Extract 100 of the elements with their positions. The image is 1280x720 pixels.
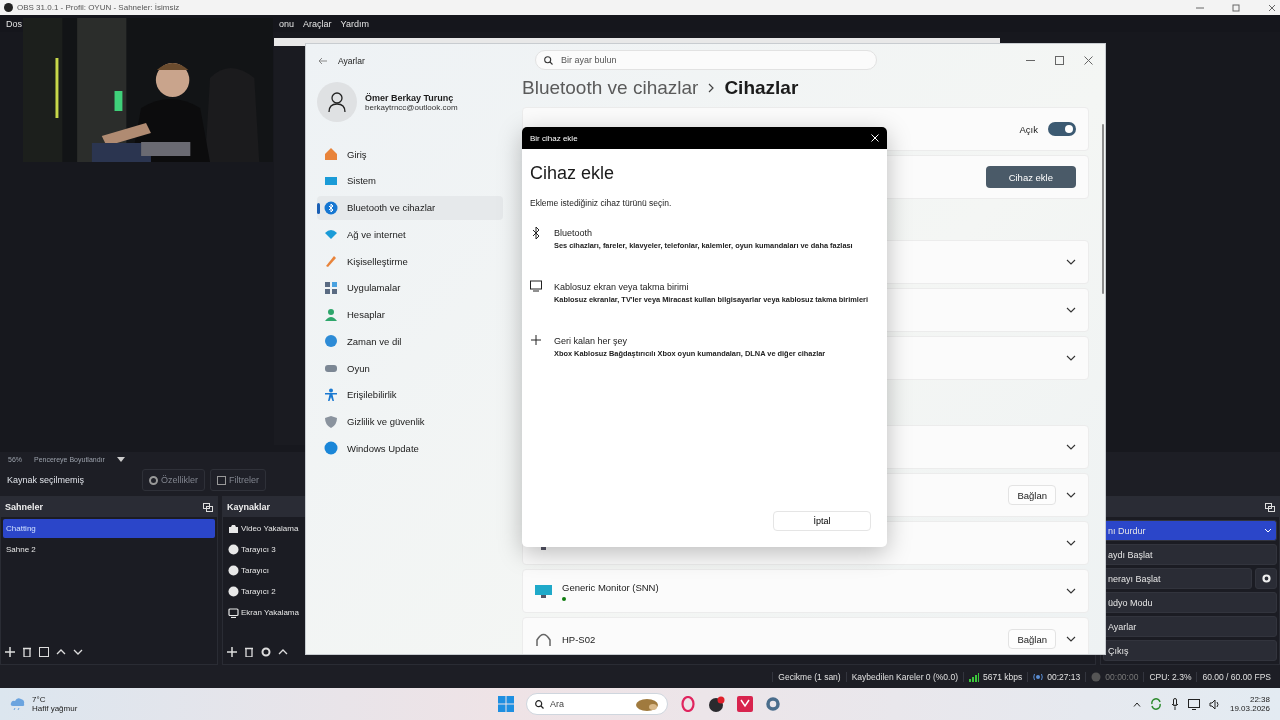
cancel-button[interactable]: İptal bbox=[773, 511, 871, 531]
weather-text[interactable]: Hafif yağmur bbox=[32, 704, 78, 713]
sync-icon[interactable] bbox=[1149, 698, 1162, 710]
device-name: Generic Monitor (SNN) bbox=[562, 581, 660, 593]
clock[interactable]: 22:38 19.03.2026 bbox=[1229, 695, 1270, 713]
person-icon bbox=[324, 307, 338, 322]
nav-item[interactable]: Uygulamalar bbox=[317, 275, 503, 300]
nav-item[interactable]: Bluetooth ve cihazlar bbox=[317, 195, 503, 220]
bluetooth-icon bbox=[530, 226, 542, 240]
window-title: OBS 31.0.1 - Profil: OYUN - Sahneler: İsimsiz bbox=[17, 3, 180, 12]
chevron-down-icon[interactable] bbox=[1066, 444, 1076, 450]
scene-item[interactable]: Sahne 2 bbox=[3, 540, 39, 559]
status-text: CPU: 2.3% bbox=[1149, 672, 1192, 682]
control-button[interactable]: Çıkış bbox=[1103, 640, 1277, 661]
control-button[interactable]: nı Durdur bbox=[1103, 520, 1277, 541]
control-button[interactable]: üdyo Modu bbox=[1103, 592, 1277, 613]
caret-down-icon[interactable] bbox=[116, 456, 125, 462]
menu-item[interactable]: Yardım bbox=[340, 18, 369, 29]
chevron-down-icon[interactable] bbox=[1066, 588, 1076, 594]
undock-icon[interactable] bbox=[1265, 502, 1275, 512]
status-text: 00:27:13 bbox=[1047, 672, 1081, 682]
source-item[interactable]: Tarayıcı 3 bbox=[225, 540, 279, 559]
source-status: Kaynak seçilmemiş bbox=[7, 475, 86, 485]
chevron-right-icon bbox=[708, 83, 715, 93]
chevron-down-icon[interactable] bbox=[1066, 636, 1076, 642]
control-button[interactable]: nerayı Başlat bbox=[1103, 568, 1252, 589]
nav-item[interactable]: Oyun bbox=[317, 356, 503, 380]
nav-item[interactable]: Zaman ve dil bbox=[317, 329, 503, 354]
connect-button[interactable]: Bağlan bbox=[1008, 629, 1056, 649]
plus-icon[interactable] bbox=[5, 647, 15, 657]
restore-icon[interactable] bbox=[1232, 3, 1240, 12]
source-item[interactable]: Tarayıcı 2 bbox=[225, 582, 279, 601]
toggle-label: Açık bbox=[1019, 123, 1038, 135]
search-field[interactable]: Bir ayar bulun bbox=[535, 50, 877, 70]
source-item[interactable]: Ekran Yakalama bbox=[225, 603, 302, 622]
maximize-icon[interactable] bbox=[1055, 56, 1064, 65]
connect-button[interactable]: Bağlan bbox=[1008, 485, 1056, 505]
menu-item[interactable]: Araçlar bbox=[303, 18, 332, 29]
nav-item[interactable]: Windows Update bbox=[317, 436, 503, 461]
search-icon bbox=[544, 55, 553, 65]
status-text: Kaybedilen Kareler 0 (%0.0) bbox=[851, 672, 958, 682]
person-icon bbox=[328, 92, 346, 112]
source-item[interactable]: Video Yakalama bbox=[225, 519, 302, 538]
nav-item[interactable]: Gizlilik ve güvenlik bbox=[317, 409, 503, 434]
avatar-icon[interactable] bbox=[317, 82, 357, 122]
search-field[interactable]: Ara bbox=[526, 693, 668, 715]
nav-item[interactable]: Ağ ve internet bbox=[317, 222, 503, 247]
menu-item[interactable]: Dos bbox=[6, 18, 22, 29]
record-icon bbox=[1091, 672, 1102, 682]
start-icon[interactable] bbox=[498, 696, 514, 712]
undock-icon[interactable] bbox=[203, 502, 213, 512]
breadcrumb-link[interactable]: Bluetooth ve cihazlar bbox=[522, 77, 699, 99]
microphone-icon[interactable] bbox=[1170, 698, 1179, 710]
control-button[interactable]: aydı Başlat bbox=[1103, 544, 1277, 565]
speaker-icon[interactable] bbox=[1208, 698, 1221, 710]
chevron-down-icon[interactable] bbox=[1066, 492, 1076, 498]
app-icon[interactable] bbox=[708, 695, 725, 713]
back-arrow-icon[interactable] bbox=[318, 56, 328, 65]
menu-item[interactable]: onu bbox=[279, 18, 295, 29]
device-card[interactable]: Generic Monitor (SNN) bbox=[522, 569, 1089, 613]
temperature[interactable]: 7°C bbox=[32, 695, 78, 704]
toggle-switch[interactable] bbox=[1048, 122, 1076, 136]
status-text: 60.00 / 60.00 FPS bbox=[1202, 672, 1271, 682]
source-item[interactable]: Tarayıcı bbox=[225, 561, 272, 580]
trash-icon[interactable] bbox=[244, 647, 254, 657]
add-device-button[interactable]: Cihaz ekle bbox=[985, 166, 1076, 188]
broadcast-icon bbox=[1033, 672, 1044, 682]
settings-icon[interactable] bbox=[261, 647, 271, 657]
option-title[interactable]: Kablosuz ekran veya takma birimi bbox=[554, 282, 868, 292]
chevron-down-icon[interactable] bbox=[1066, 259, 1076, 265]
dialog-prompt: Ekleme istediğiniz cihaz türünü seçin. bbox=[530, 198, 673, 208]
device-card[interactable]: HP-S02 Bağlan bbox=[522, 617, 1089, 654]
page-title: Cihazlar bbox=[724, 77, 799, 99]
camera-icon bbox=[228, 523, 239, 534]
device-name: HP-S02 bbox=[562, 633, 597, 645]
app-title: Ayarlar bbox=[338, 55, 365, 66]
chevron-down-icon bbox=[1264, 528, 1272, 533]
dialog-heading: Cihaz ekle bbox=[530, 163, 616, 184]
dialog-title: Bir cihaz ekle bbox=[530, 133, 578, 143]
caret-down-icon[interactable] bbox=[73, 649, 83, 655]
control-button[interactable]: Ayarlar bbox=[1103, 616, 1277, 637]
nav-item[interactable]: Kişiselleştirme bbox=[317, 249, 503, 273]
option-title[interactable]: Geri kalan her şey bbox=[554, 336, 826, 346]
settings-button[interactable] bbox=[1255, 568, 1277, 589]
scene-item[interactable]: Chatting bbox=[3, 519, 215, 538]
option-title[interactable]: Bluetooth bbox=[554, 228, 853, 238]
nav-item[interactable]: Erişilebilirlik bbox=[317, 382, 503, 407]
monitor-icon bbox=[530, 280, 542, 292]
chevron-down-icon[interactable] bbox=[1066, 355, 1076, 361]
filter-icon[interactable] bbox=[39, 647, 49, 657]
nav-item[interactable]: Sistem bbox=[317, 168, 503, 193]
ring-icon[interactable] bbox=[680, 696, 696, 712]
caret-up-icon[interactable] bbox=[1132, 701, 1141, 707]
chevron-down-icon[interactable] bbox=[1066, 307, 1076, 313]
nav-item[interactable]: Hesaplar bbox=[317, 302, 503, 327]
chevron-down-icon[interactable] bbox=[1066, 540, 1076, 546]
plus-icon[interactable] bbox=[227, 647, 237, 657]
status-text: 5671 kbps bbox=[983, 672, 1023, 682]
nav-item[interactable]: Giriş bbox=[317, 142, 503, 166]
trash-icon[interactable] bbox=[22, 647, 32, 657]
